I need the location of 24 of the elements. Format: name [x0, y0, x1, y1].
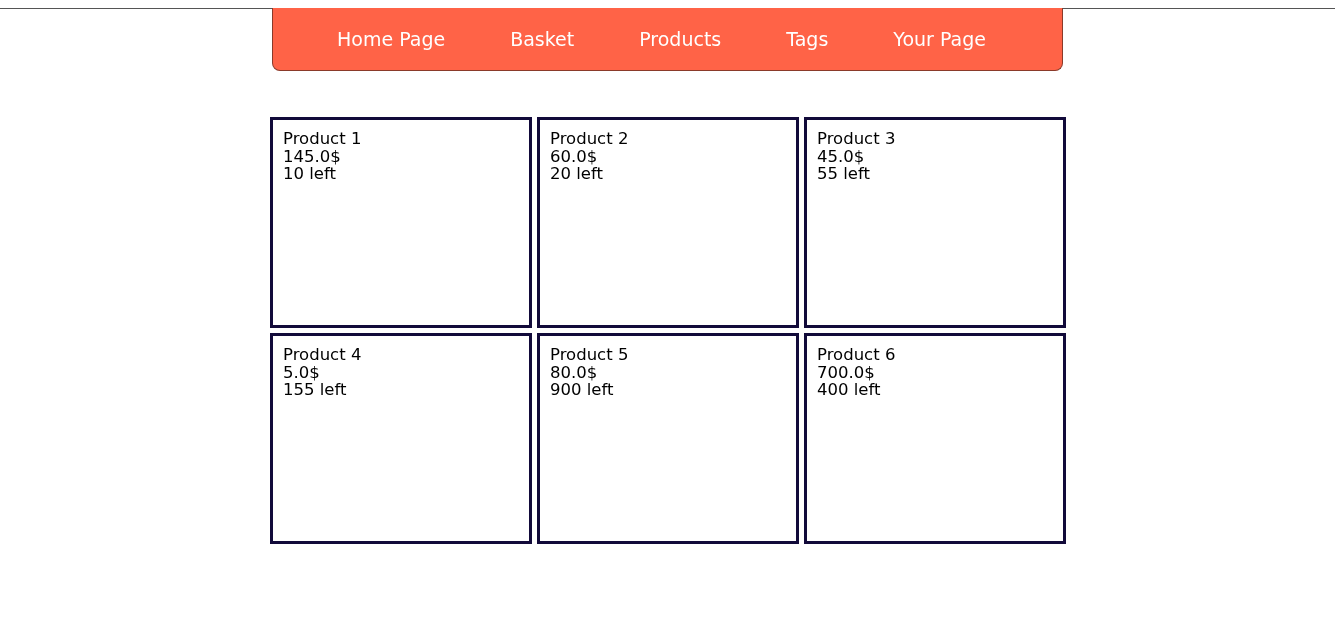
product-name: Product 6 — [817, 346, 897, 364]
product-price: 700.0$ — [817, 363, 876, 381]
product-name: Product 5 — [550, 346, 630, 364]
product-stock: 20 left — [550, 165, 604, 183]
product-card[interactable]: Product 6 700.0$ 400 left — [804, 333, 1066, 544]
product-name: Product 4 — [283, 346, 363, 364]
product-card[interactable]: Product 4 5.0$ 155 left — [270, 333, 532, 544]
product-stock: 10 left — [283, 165, 336, 183]
product-name: Product 1 — [283, 130, 363, 148]
product-price: 5.0$ — [283, 363, 321, 381]
product-price: 145.0$ — [283, 147, 342, 165]
product-stock: 900 left — [550, 381, 615, 399]
product-card[interactable]: Product 3 45.0$ 55 left — [804, 117, 1066, 328]
product-stock: 55 left — [817, 165, 871, 183]
product-price: 45.0$ — [817, 147, 866, 165]
product-name: Product 3 — [817, 130, 897, 148]
product-stock: 155 left — [283, 381, 348, 399]
product-price: 80.0$ — [550, 363, 599, 381]
product-stock: 400 left — [817, 381, 882, 399]
product-card[interactable]: Product 2 60.0$ 20 left — [537, 117, 799, 328]
product-name: Product 2 — [550, 130, 630, 148]
product-card[interactable]: Product 5 80.0$ 900 left — [537, 333, 799, 544]
product-card[interactable]: Product 1 145.0$ 10 left — [270, 117, 532, 328]
product-price: 60.0$ — [550, 147, 599, 165]
